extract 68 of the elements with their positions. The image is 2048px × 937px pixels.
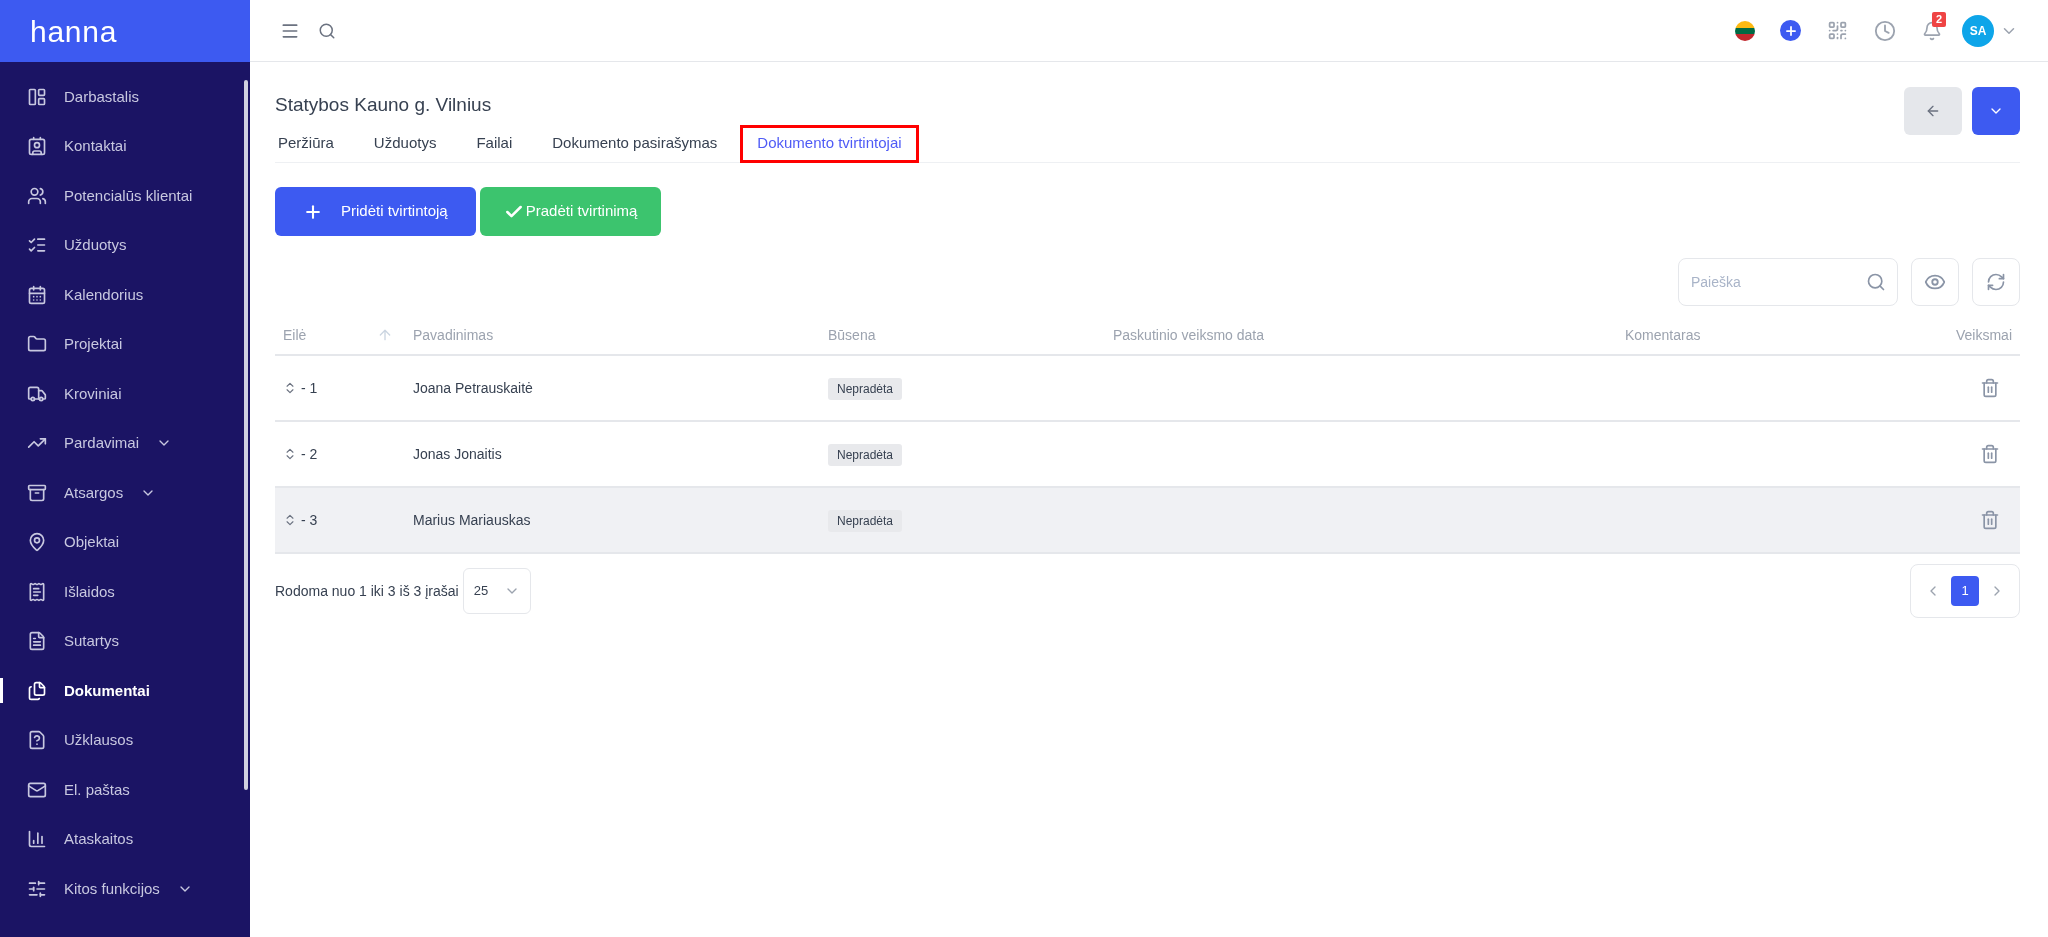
sidebar-item[interactable]: Sutartys xyxy=(0,616,250,666)
sidebar-item[interactable]: Pardavimai xyxy=(0,418,250,468)
arrow-left-icon xyxy=(1925,103,1941,119)
order-cell-text: - 1 xyxy=(301,378,318,398)
refresh-button[interactable] xyxy=(1972,258,2020,306)
qr-code-icon[interactable] xyxy=(1827,20,1848,41)
map-pin-icon xyxy=(27,532,47,553)
dropdown-button[interactable] xyxy=(1972,87,2020,135)
sidebar-item[interactable]: El. paštas xyxy=(0,765,250,815)
sliders-icon xyxy=(27,878,47,899)
flag-icon[interactable] xyxy=(1735,20,1755,41)
layout-icon xyxy=(27,86,47,107)
search-icon[interactable] xyxy=(318,21,336,40)
sidebar-item[interactable]: Užklausos xyxy=(0,715,250,765)
contact-card-icon xyxy=(27,136,47,157)
sidebar-item[interactable]: Kalendorius xyxy=(0,270,250,320)
notification-badge: 2 xyxy=(1932,11,1947,27)
status-badge: Nepradėta xyxy=(828,443,903,466)
sidebar-item[interactable]: Kontaktai xyxy=(0,121,250,171)
archive-box-icon xyxy=(27,482,47,503)
question-icon xyxy=(27,730,47,751)
tab[interactable]: Peržiūra xyxy=(275,124,351,163)
sidebar-item[interactable]: Objektai xyxy=(0,517,250,567)
scrollbar-thumb[interactable] xyxy=(244,80,248,790)
sidebar-item[interactable]: Ataskaitos xyxy=(0,814,250,864)
bar-chart-icon xyxy=(27,829,47,850)
order-cell-text: - 3 xyxy=(301,510,318,530)
records-summary: Rodoma nuo 1 iki 3 iš 3 įrašai xyxy=(275,581,459,601)
name-cell: Jonas Jonaitis xyxy=(413,445,502,462)
sidebar-item[interactable]: Užduotys xyxy=(0,220,250,270)
sidebar-item[interactable]: Potencialūs klientai xyxy=(0,171,250,221)
sidebar-item[interactable]: Kitos funkcijos xyxy=(0,864,250,914)
sidebar-item[interactable]: Atsargos xyxy=(0,468,250,518)
add-icon[interactable] xyxy=(1780,20,1801,41)
files-icon xyxy=(27,680,47,701)
table-row[interactable]: - 3 Marius Mariauskas Nepradėta xyxy=(275,488,2020,554)
delete-icon[interactable] xyxy=(1980,378,2000,398)
delete-icon[interactable] xyxy=(1980,510,2000,530)
refresh-icon xyxy=(1986,272,2006,292)
tab[interactable]: Dokumento tvirtintojai xyxy=(740,124,919,163)
calendar-icon xyxy=(27,284,47,305)
order-cell-text: - 2 xyxy=(301,444,318,464)
sidebar-item[interactable]: Projektai xyxy=(0,319,250,369)
tab[interactable]: Užduotys xyxy=(356,124,454,163)
name-cell: Marius Mariauskas xyxy=(413,511,531,528)
people-icon xyxy=(27,185,47,206)
search-field[interactable]: Paieška xyxy=(1678,258,1898,306)
page-button[interactable]: 1 xyxy=(1951,576,1979,606)
search-icon xyxy=(1866,272,1886,292)
tab[interactable]: Dokumento pasirašymas xyxy=(535,124,735,163)
page-size-select[interactable]: 25 xyxy=(462,568,531,614)
brand-logo[interactable]: hanna xyxy=(30,8,118,54)
receipt-icon xyxy=(27,581,47,602)
name-cell: Joana Petrauskaitė xyxy=(413,379,533,396)
clock-icon[interactable] xyxy=(1874,19,1896,42)
page-title: Statybos Kauno g. Vilnius xyxy=(275,93,492,117)
sidebar-item[interactable]: Dokumentai xyxy=(0,666,250,716)
tab[interactable]: Failai xyxy=(459,124,530,163)
add-approver-button[interactable]: Pridėti tvirtintoją xyxy=(275,187,476,236)
status-badge: Nepradėta xyxy=(828,509,903,532)
folder-icon xyxy=(27,334,47,355)
status-badge: Nepradėta xyxy=(828,377,903,400)
visibility-button[interactable] xyxy=(1911,258,1959,306)
sidebar-item[interactable]: Kroviniai xyxy=(0,369,250,419)
sidebar-item[interactable]: Darbastalis xyxy=(0,72,250,122)
sidebar-item[interactable]: Išlaidos xyxy=(0,567,250,617)
delete-icon[interactable] xyxy=(1980,444,2000,464)
document-icon xyxy=(27,631,47,652)
